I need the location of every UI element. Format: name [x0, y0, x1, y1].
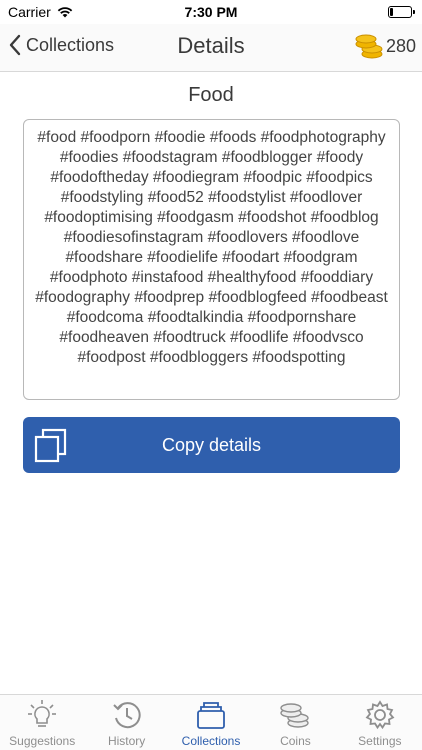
tab-settings[interactable]: Settings — [338, 695, 422, 750]
coins-icon — [280, 703, 310, 728]
nav-bar: Collections Details 280 — [0, 24, 422, 72]
coins-balance[interactable]: 280 — [354, 32, 416, 60]
history-icon — [112, 702, 141, 729]
gear-icon — [365, 700, 395, 730]
tab-suggestions[interactable]: Suggestions — [0, 695, 84, 750]
status-bar: Carrier 7:30 PM — [0, 0, 422, 24]
tab-label: Collections — [181, 734, 241, 748]
tab-bar: Suggestions History Collections Coins Se… — [0, 694, 422, 750]
lightbulb-icon — [28, 700, 57, 727]
collection-title: Food — [188, 84, 234, 106]
details-text: #food #foodporn #foodie #foods #foodphot… — [35, 129, 388, 366]
copy-label: Copy details — [161, 435, 262, 455]
chevron-left-icon — [9, 34, 21, 56]
tab-label: Settings — [358, 734, 402, 748]
back-label: Collections — [26, 34, 115, 55]
collections-icon — [197, 702, 225, 729]
copy-details-button[interactable]: Copy details — [23, 417, 400, 473]
tab-history[interactable]: History — [84, 695, 168, 750]
coins-icon — [355, 34, 383, 59]
tab-label: History — [107, 734, 146, 748]
back-button[interactable]: Collections — [8, 34, 114, 56]
details-textarea[interactable]: #food #foodporn #foodie #foods #foodphot… — [23, 119, 400, 400]
coins-count: 280 — [385, 35, 416, 56]
tab-coins[interactable]: Coins — [253, 695, 337, 750]
battery-level — [390, 8, 393, 16]
battery-icon — [388, 6, 415, 18]
tab-collections[interactable]: Collections — [169, 695, 253, 750]
tab-label: Coins — [280, 734, 311, 748]
tab-label: Suggestions — [9, 734, 76, 748]
status-time: 7:30 PM — [184, 4, 238, 20]
